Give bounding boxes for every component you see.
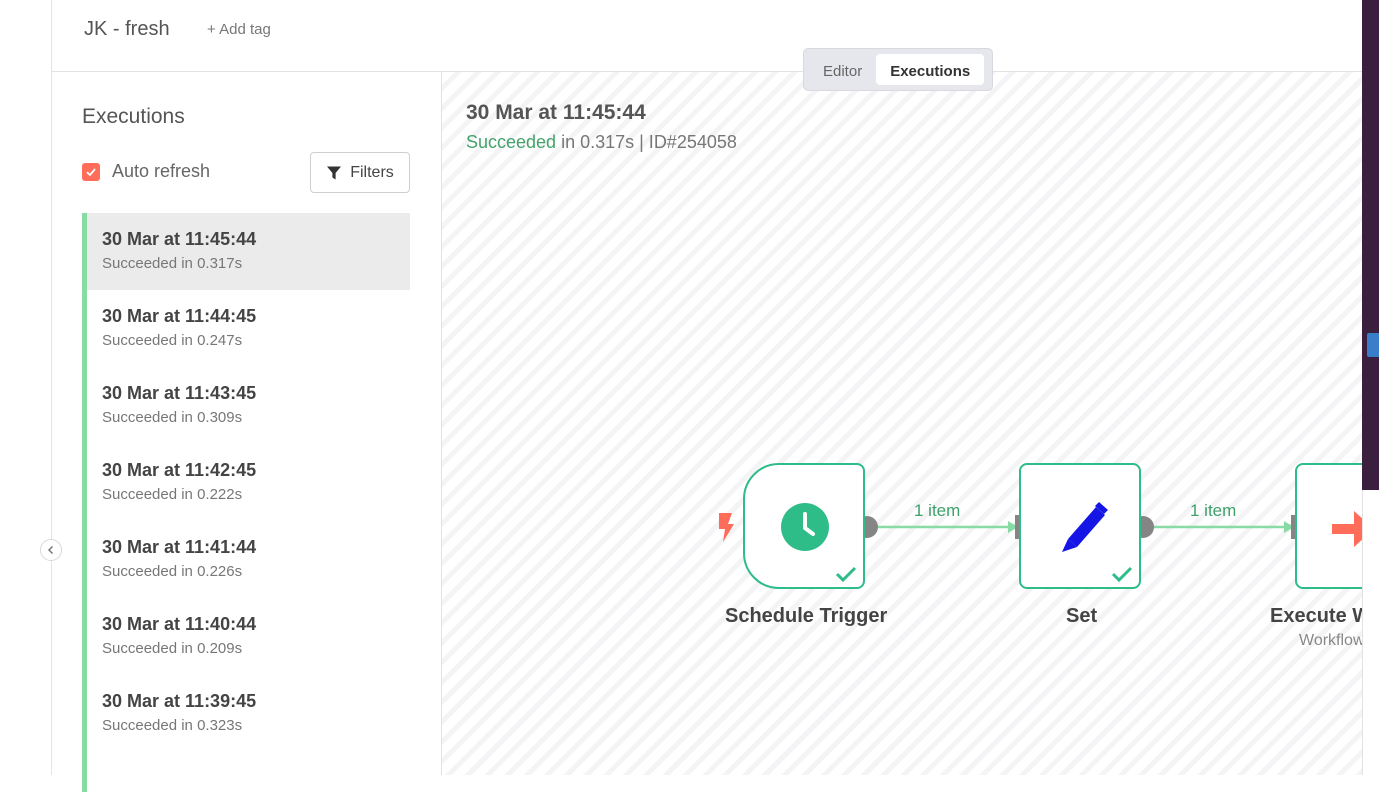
auto-refresh-label: Auto refresh	[112, 161, 211, 181]
chevron-left-icon	[47, 545, 54, 555]
execution-item[interactable]: 30 Mar at 11:44:45 Succeeded in 0.247s	[82, 290, 410, 367]
filter-icon	[327, 166, 342, 179]
sidebar-title: Executions	[82, 105, 185, 128]
execution-item[interactable]: 30 Mar at 11:41:44 Succeeded in 0.226s	[82, 521, 410, 598]
auto-refresh: Auto refresh	[82, 161, 210, 182]
execution-status: Succeeded in 0.222s	[102, 486, 243, 503]
execution-time: 30 Mar at 11:45:44	[102, 229, 257, 249]
execution-item-partial[interactable]	[82, 752, 410, 792]
node-execute-workflow[interactable]	[1295, 463, 1362, 589]
view-tabs: Editor Executions	[803, 48, 993, 91]
execution-status: Succeeded in 0.323s	[102, 717, 243, 734]
trigger-bolt-icon	[719, 513, 734, 542]
connections-layer	[719, 513, 1301, 542]
execution-item[interactable]: 30 Mar at 11:39:45 Succeeded in 0.323s	[82, 675, 410, 752]
connection-label: 1 item	[1190, 501, 1237, 520]
check-icon	[86, 167, 96, 176]
overlay-window-accent	[1367, 333, 1379, 357]
execution-status: Succeeded in 0.309s	[102, 409, 243, 426]
connection-label: 1 item	[914, 501, 961, 520]
execution-status: Succeeded in 0.317s	[102, 255, 243, 272]
execution-time: 30 Mar at 11:42:45	[102, 460, 257, 480]
execution-time: 30 Mar at 11:41:44	[102, 537, 257, 557]
workflow-canvas[interactable]: 30 Mar at 11:45:44 Succeeded in 0.317s |…	[442, 72, 1362, 775]
arrow-right-icon	[1332, 511, 1362, 547]
workflow-name[interactable]: JK - fresh	[84, 18, 170, 41]
node-label: Set	[1066, 605, 1098, 627]
execution-time: 30 Mar at 11:43:45	[102, 383, 257, 403]
clock-icon	[781, 503, 829, 551]
overlay-window-lower-edge	[1362, 490, 1379, 775]
success-check-icon	[835, 566, 857, 583]
execution-status: Succeeded in 0.226s	[102, 563, 243, 580]
execution-status: Succeeded in 0.209s	[102, 640, 243, 657]
executions-sidebar: Executions Auto refresh Filters 30 Mar a…	[52, 72, 442, 792]
left-strip	[0, 0, 52, 775]
execution-time: 30 Mar at 11:44:45	[102, 306, 257, 326]
execution-time: 30 Mar at 11:39:45	[102, 691, 257, 711]
auto-refresh-checkbox[interactable]	[82, 162, 100, 181]
node-set[interactable]	[1019, 463, 1141, 589]
node-label: Schedule Trigger	[725, 605, 888, 627]
tab-executions[interactable]: Executions	[876, 54, 985, 85]
node-subtitle: Workflow:	[1299, 632, 1362, 649]
collapse-sidebar-button[interactable]	[40, 539, 62, 561]
add-tag-link[interactable]: + Add tag	[207, 21, 271, 38]
node-label: Execute Wo	[1270, 605, 1362, 627]
execution-status: Succeeded in 0.247s	[102, 332, 243, 349]
execution-item[interactable]: 30 Mar at 11:43:45 Succeeded in 0.309s	[82, 367, 410, 444]
node-schedule-trigger[interactable]	[743, 463, 865, 589]
execution-time: 30 Mar at 11:40:44	[102, 614, 257, 634]
pencil-icon	[1062, 502, 1108, 552]
execution-item[interactable]: 30 Mar at 11:40:44 Succeeded in 0.209s	[82, 598, 410, 675]
filters-label: Filters	[350, 163, 394, 181]
workflow-header: JK - fresh + Add tag	[52, 0, 1362, 72]
execution-list: 30 Mar at 11:45:44 Succeeded in 0.317s 3…	[82, 213, 410, 792]
overlay-window-edge	[1362, 0, 1379, 490]
filters-button[interactable]: Filters	[310, 152, 410, 193]
success-check-icon	[1111, 566, 1133, 583]
execution-item[interactable]: 30 Mar at 11:42:45 Succeeded in 0.222s	[82, 444, 410, 521]
execution-item[interactable]: 30 Mar at 11:45:44 Succeeded in 0.317s	[82, 213, 410, 290]
tab-editor[interactable]: Editor	[809, 54, 876, 85]
